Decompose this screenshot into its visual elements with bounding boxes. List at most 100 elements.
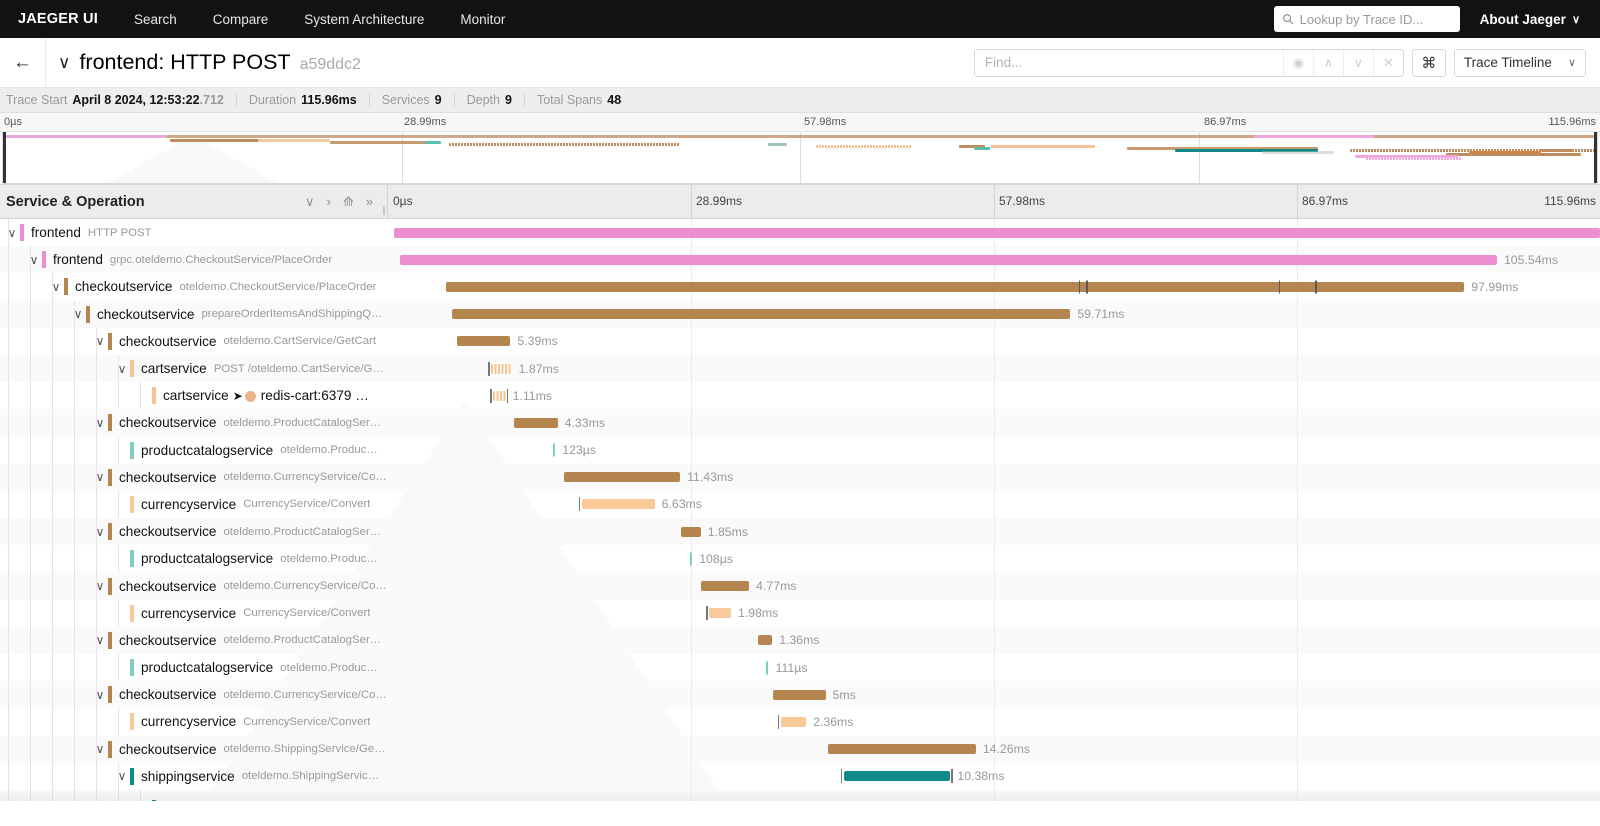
span-expand-caret-icon[interactable]: ∨: [48, 280, 64, 294]
span-expand-caret-icon[interactable]: ∨: [92, 688, 108, 702]
span-row-label[interactable]: ∨checkoutserviceoteldemo.ProductCatalogS…: [0, 409, 388, 436]
trace-id-lookup[interactable]: Lookup by Trace ID...: [1274, 6, 1460, 32]
span-bar[interactable]: [766, 661, 768, 674]
span-row-timeline[interactable]: 59.71ms: [388, 301, 1600, 328]
span-row-label[interactable]: ∨cartservice➤redis-cart:6379 …: [0, 382, 388, 409]
span-row[interactable]: ∨frontendgrpc.oteldemo.CheckoutService/P…: [0, 246, 1600, 273]
expand-one-icon[interactable]: ›: [327, 194, 331, 209]
span-row-label[interactable]: ∨shippingserviceoteldemo.ShippingServic…: [0, 763, 388, 790]
span-expand-caret-icon[interactable]: ∨: [92, 334, 108, 348]
span-row[interactable]: ∨productcatalogserviceoteldemo.Produc…10…: [0, 545, 1600, 572]
expand-all-icon[interactable]: »: [366, 194, 373, 209]
span-row[interactable]: ∨cartservicePOST /oteldemo.CartService/G…: [0, 355, 1600, 382]
keyboard-shortcuts-button[interactable]: ⌘: [1412, 49, 1446, 77]
span-row-timeline[interactable]: 11.43ms: [388, 464, 1600, 491]
span-bar[interactable]: [457, 336, 510, 346]
span-row-timeline[interactable]: 2.36ms: [388, 708, 1600, 735]
span-row-label[interactable]: ∨checkoutserviceoteldemo.CartService/Get…: [0, 328, 388, 355]
column-resize-handle[interactable]: ||: [382, 205, 385, 215]
span-bar[interactable]: [400, 255, 1497, 265]
span-row[interactable]: ∨checkoutserviceoteldemo.ProductCatalogS…: [0, 518, 1600, 545]
span-row-label[interactable]: ∨checkoutserviceoteldemo.ShippingService…: [0, 736, 388, 763]
span-row[interactable]: ∨shippingserviceoteldemo.ShippingServic……: [0, 763, 1600, 790]
find-next-button[interactable]: ∨: [1343, 50, 1373, 76]
span-expand-caret-icon[interactable]: ∨: [26, 253, 42, 267]
find-box[interactable]: ◉ ∧ ∨ ✕: [974, 49, 1404, 77]
span-bar[interactable]: [582, 499, 655, 509]
span-bar[interactable]: [701, 581, 749, 591]
span-row-label[interactable]: ∨currencyserviceCurrencyService/Convert: [0, 491, 388, 518]
collapse-all-icon[interactable]: ⟰: [343, 194, 354, 210]
span-row-label[interactable]: ∨checkoutserviceprepareOrderItemsAndShip…: [0, 301, 388, 328]
span-bar[interactable]: [493, 391, 505, 401]
span-row[interactable]: ∨currencyserviceCurrencyService/Convert6…: [0, 491, 1600, 518]
minimap-drag-handle-left[interactable]: [3, 132, 6, 183]
span-row-timeline[interactable]: 1.87ms: [388, 355, 1600, 382]
span-row-label[interactable]: ∨productcatalogserviceoteldemo.Produc…: [0, 437, 388, 464]
span-row-timeline[interactable]: [388, 790, 1600, 801]
span-bar[interactable]: [709, 608, 731, 618]
nav-link-compare[interactable]: Compare: [213, 12, 269, 27]
span-bar[interactable]: [514, 418, 558, 428]
brand-logo[interactable]: JAEGER UI: [18, 11, 98, 27]
span-row-label[interactable]: ∨checkoutserviceoteldemo.ProductCatalogS…: [0, 518, 388, 545]
span-row[interactable]: ∨checkoutserviceoteldemo.ProductCatalogS…: [0, 627, 1600, 654]
about-jaeger-menu[interactable]: About Jaeger ∨: [1480, 12, 1580, 27]
span-row-timeline[interactable]: 108µs: [388, 545, 1600, 572]
span-row[interactable]: ∨currencyserviceCurrencyService/Convert1…: [0, 600, 1600, 627]
span-row-timeline[interactable]: 4.77ms: [388, 572, 1600, 599]
span-row-timeline[interactable]: 123µs: [388, 437, 1600, 464]
span-row[interactable]: ∨: [0, 790, 1600, 801]
span-expand-caret-icon[interactable]: ∨: [92, 633, 108, 647]
span-row-timeline[interactable]: 6.63ms: [388, 491, 1600, 518]
span-row-label[interactable]: ∨productcatalogserviceoteldemo.Produc…: [0, 545, 388, 572]
trace-collapse-caret-icon[interactable]: ∨: [58, 53, 70, 73]
find-prev-button[interactable]: ∧: [1313, 50, 1343, 76]
span-expand-caret-icon[interactable]: ∨: [4, 226, 20, 240]
span-bar[interactable]: [758, 635, 773, 645]
span-row-timeline[interactable]: [388, 219, 1600, 246]
span-expand-caret-icon[interactable]: ∨: [92, 470, 108, 484]
span-bar[interactable]: [781, 717, 806, 727]
span-row-label[interactable]: ∨checkoutserviceoteldemo.CurrencyService…: [0, 681, 388, 708]
span-bar[interactable]: [844, 771, 951, 781]
span-bar[interactable]: [564, 472, 680, 482]
span-row-timeline[interactable]: 105.54ms: [388, 246, 1600, 273]
span-bar[interactable]: [773, 690, 825, 700]
span-row-timeline[interactable]: 1.85ms: [388, 518, 1600, 545]
find-input[interactable]: [975, 50, 1283, 76]
span-expand-caret-icon[interactable]: ∨: [114, 769, 130, 783]
back-button[interactable]: ←: [0, 38, 46, 88]
span-row[interactable]: ∨checkoutserviceoteldemo.ProductCatalogS…: [0, 409, 1600, 436]
span-bar[interactable]: [491, 364, 512, 374]
span-row-label[interactable]: ∨frontendHTTP POST: [0, 219, 388, 246]
view-mode-select[interactable]: Trace Timeline ∨: [1454, 49, 1586, 77]
span-row-timeline[interactable]: 1.36ms: [388, 627, 1600, 654]
minimap-canvas[interactable]: [2, 132, 1598, 184]
span-row-timeline[interactable]: 1.11ms: [388, 382, 1600, 409]
span-bar[interactable]: [690, 552, 692, 565]
span-row[interactable]: ∨checkoutserviceprepareOrderItemsAndShip…: [0, 301, 1600, 328]
collapse-one-icon[interactable]: ∨: [305, 194, 315, 210]
minimap-drag-handle-right[interactable]: [1594, 132, 1597, 183]
trace-minimap[interactable]: 0µs28.99ms57.98ms86.97ms115.96ms: [0, 113, 1600, 185]
span-row-timeline[interactable]: 14.26ms: [388, 736, 1600, 763]
span-row-timeline[interactable]: 97.99ms: [388, 273, 1600, 300]
span-bar[interactable]: [394, 228, 1600, 238]
span-row[interactable]: ∨checkoutserviceoteldemo.CurrencyService…: [0, 572, 1600, 599]
span-bar[interactable]: [553, 444, 555, 457]
find-clear-button[interactable]: ✕: [1373, 50, 1403, 76]
span-row[interactable]: ∨currencyserviceCurrencyService/Convert2…: [0, 708, 1600, 735]
span-row[interactable]: ∨cartservice➤redis-cart:6379 …1.11ms: [0, 382, 1600, 409]
span-row-timeline[interactable]: 4.33ms: [388, 409, 1600, 436]
nav-link-system-architecture[interactable]: System Architecture: [304, 12, 424, 27]
span-row-label[interactable]: ∨checkoutserviceoteldemo.CheckoutService…: [0, 273, 388, 300]
span-bar[interactable]: [446, 282, 1464, 292]
span-row-timeline[interactable]: 5.39ms: [388, 328, 1600, 355]
span-bar[interactable]: [452, 309, 1070, 319]
span-row[interactable]: ∨checkoutserviceoteldemo.CurrencyService…: [0, 681, 1600, 708]
find-focus-button[interactable]: ◉: [1283, 50, 1313, 76]
span-bar[interactable]: [828, 744, 976, 754]
span-expand-caret-icon[interactable]: ∨: [70, 307, 86, 321]
span-row-timeline[interactable]: 10.38ms: [388, 763, 1600, 790]
